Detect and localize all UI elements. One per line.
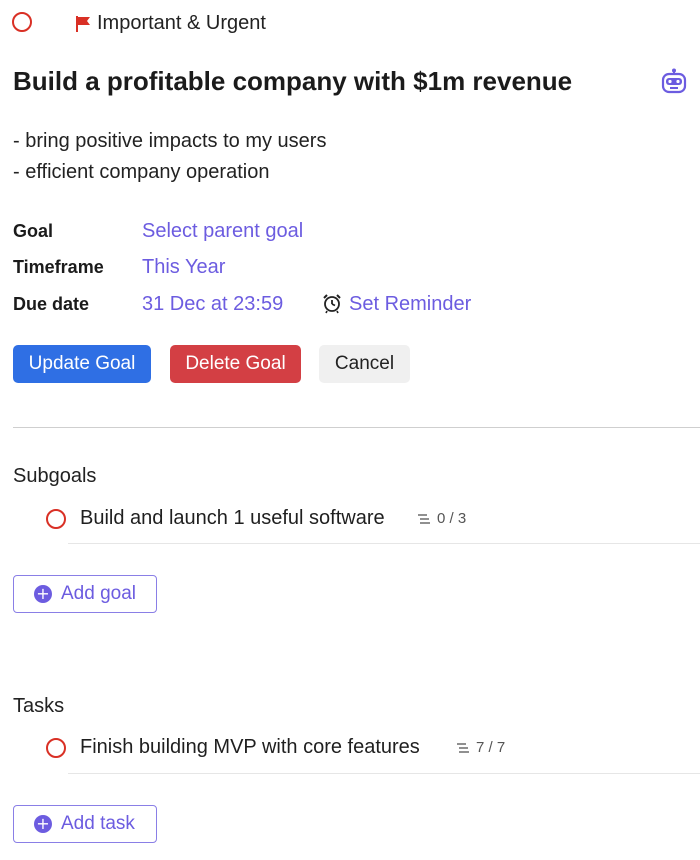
add-goal-label: Add goal — [61, 583, 137, 604]
subtasks-icon — [457, 743, 469, 753]
task-complete-toggle[interactable] — [46, 738, 66, 758]
subgoal-progress-count: 0 / 3 — [437, 510, 467, 527]
tasks-heading: Tasks — [13, 695, 65, 717]
due-date-label: Due date — [13, 294, 90, 314]
set-reminder-link[interactable]: Set Reminder — [349, 293, 471, 316]
goal-complete-toggle[interactable] — [12, 12, 32, 32]
plus-icon: + — [34, 585, 52, 603]
add-task-label: Add task — [61, 813, 135, 834]
goal-label: Goal — [13, 221, 54, 241]
update-goal-button[interactable]: Update Goal — [13, 345, 151, 383]
flag-icon — [76, 16, 90, 32]
robot-icon[interactable] — [660, 68, 688, 96]
delete-goal-button[interactable]: Delete Goal — [170, 345, 301, 383]
task-item-label[interactable]: Finish building MVP with core features — [80, 736, 420, 759]
priority-label[interactable]: Important & Urgent — [97, 12, 266, 35]
cancel-button[interactable]: Cancel — [319, 345, 410, 383]
item-separator — [68, 773, 700, 774]
timeframe-label: Timeframe — [13, 257, 104, 277]
add-goal-button[interactable]: + Add goal — [13, 575, 157, 613]
subgoal-complete-toggle[interactable] — [46, 509, 66, 529]
goal-description-line-2[interactable]: - efficient company operation — [13, 161, 269, 184]
due-date-picker[interactable]: 31 Dec at 23:59 — [142, 293, 283, 316]
alarm-clock-icon[interactable] — [321, 292, 343, 314]
add-task-button[interactable]: + Add task — [13, 805, 157, 843]
plus-icon: + — [34, 815, 52, 833]
timeframe-selector[interactable]: This Year — [142, 256, 225, 279]
parent-goal-selector[interactable]: Select parent goal — [142, 220, 303, 243]
task-progress-count: 7 / 7 — [476, 739, 506, 756]
subtasks-icon — [418, 514, 430, 524]
goal-description-line-1[interactable]: - bring positive impacts to my users — [13, 130, 326, 153]
item-separator — [68, 543, 700, 544]
subgoal-item-label[interactable]: Build and launch 1 useful software — [80, 507, 385, 530]
goal-title[interactable]: Build a profitable company with $1m reve… — [13, 66, 572, 97]
subgoals-heading: Subgoals — [13, 465, 97, 487]
divider — [13, 427, 700, 428]
